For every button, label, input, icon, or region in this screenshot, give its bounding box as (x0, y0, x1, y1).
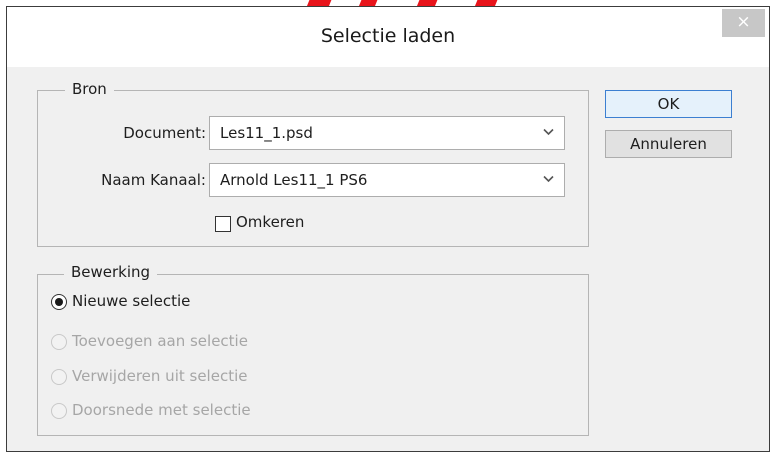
omkeren-checkbox[interactable] (215, 216, 231, 232)
bewerking-legend: Bewerking (64, 263, 158, 281)
ok-button[interactable]: OK (605, 90, 732, 118)
close-icon: × (736, 12, 751, 32)
radio-label: Nieuwe selectie (72, 292, 191, 310)
selectie-laden-dialog: Selectie laden × Bron Document: Les11_1.… (6, 6, 770, 452)
radio-button[interactable] (51, 403, 67, 419)
chevron-down-icon (543, 128, 554, 136)
omkeren-label[interactable]: Omkeren (236, 213, 304, 231)
radio-button[interactable] (51, 294, 67, 310)
radio-button[interactable] (51, 334, 67, 350)
channel-value: Arnold Les11_1 PS6 (220, 171, 368, 189)
channel-select[interactable]: Arnold Les11_1 PS6 (209, 163, 565, 197)
bron-group: Bron Document: Les11_1.psd Naam Kanaal: … (37, 80, 589, 247)
close-button[interactable]: × (722, 9, 765, 37)
radio-button[interactable] (51, 369, 67, 385)
document-select[interactable]: Les11_1.psd (209, 116, 565, 150)
annuleren-button[interactable]: Annuleren (605, 130, 732, 158)
dialog-title: Selectie laden (320, 25, 456, 47)
document-label: Document: (123, 124, 206, 142)
channel-label: Naam Kanaal: (101, 171, 206, 189)
radio-label: Verwijderen uit selectie (72, 367, 248, 385)
document-value: Les11_1.psd (220, 124, 313, 142)
radio-label: Doorsnede met selectie (72, 401, 251, 419)
chevron-down-icon (543, 175, 554, 183)
bron-legend: Bron (65, 80, 114, 98)
title-bar: Selectie laden × (7, 7, 769, 67)
radio-label: Toevoegen aan selectie (72, 332, 248, 350)
